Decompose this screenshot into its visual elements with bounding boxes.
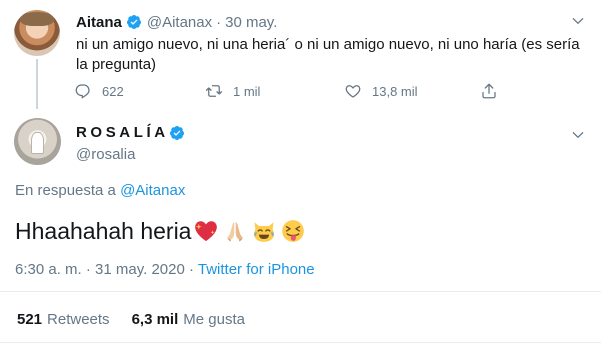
- reply-button[interactable]: 622: [74, 82, 124, 100]
- retweet-stat-label: Retweets: [47, 311, 110, 328]
- tweet-header: Aitana @Aitanax · 30 may.: [76, 12, 277, 32]
- heart-icon: [345, 85, 361, 98]
- thread-line: [36, 59, 38, 109]
- avatar[interactable]: [14, 10, 60, 56]
- like-button[interactable]: 13,8 mil: [344, 82, 418, 100]
- author-name-row: ROSALÍA: [76, 124, 190, 141]
- chevron-down-icon[interactable]: [571, 14, 585, 28]
- tweet-text-content: Hhaahahah heria: [15, 217, 192, 244]
- avatar-hat: [20, 12, 54, 26]
- retweet-stat[interactable]: 521 Retweets: [17, 311, 110, 328]
- reply-context: En respuesta a @Aitanax: [15, 182, 185, 199]
- reply-prefix: En respuesta a: [15, 182, 121, 199]
- share-icon: [482, 83, 496, 99]
- divider: [0, 291, 601, 292]
- emoji-group: [193, 218, 309, 244]
- retweet-icon: [205, 85, 223, 97]
- avatar[interactable]: [14, 118, 61, 165]
- parent-tweet[interactable]: Aitana @Aitanax · 30 may. ni un amigo nu…: [0, 0, 601, 112]
- sparkling-heart-icon: [195, 221, 218, 242]
- retweet-count: 1 mil: [233, 83, 261, 99]
- share-button[interactable]: [480, 82, 508, 100]
- verified-badge-icon: [169, 125, 184, 140]
- divider: [0, 342, 601, 343]
- tweet-timestamp[interactable]: 6:30 a. m. · 31 may. 2020 ·: [15, 261, 198, 278]
- cat-tears-of-joy-icon: [254, 222, 275, 242]
- tweet-actions: 622 1 mil 13,8 mil: [74, 80, 514, 102]
- like-stat-count: 6,3 mil: [131, 311, 179, 328]
- tweet-stats: 521 Retweets 6,3 mil Me gusta: [17, 311, 245, 328]
- avatar-figure: [31, 132, 44, 154]
- author-name[interactable]: ROSALÍA: [76, 124, 169, 141]
- author-name[interactable]: Aitana: [76, 14, 122, 31]
- tweet-meta: 6:30 a. m. · 31 may. 2020 · Twitter for …: [15, 261, 315, 278]
- chevron-down-icon[interactable]: [571, 128, 585, 142]
- verified-badge-icon: [126, 15, 141, 29]
- reply-handle-link[interactable]: @Aitanax: [120, 182, 185, 199]
- tweet-text: ni un amigo nuevo, ni una heria´ o ni un…: [76, 36, 580, 73]
- like-stat-label: Me gusta: [183, 311, 245, 328]
- author-handle[interactable]: @rosalia: [76, 146, 135, 163]
- like-stat[interactable]: 6,3 mil Me gusta: [132, 311, 245, 328]
- reply-count: 622: [102, 83, 124, 99]
- author-handle[interactable]: @Aitanax: [147, 14, 212, 31]
- folded-hands-icon: [227, 222, 244, 242]
- like-count: 13,8 mil: [372, 83, 418, 99]
- tweet-source-link[interactable]: Twitter for iPhone: [198, 261, 315, 278]
- retweet-stat-count: 521: [17, 311, 43, 328]
- squinting-tongue-icon: [282, 220, 305, 242]
- retweet-button[interactable]: 1 mil: [205, 82, 260, 100]
- tweet-date[interactable]: 30 may.: [225, 14, 277, 31]
- reply-icon: [75, 84, 90, 99]
- tweet-text: Hhaahahah heria: [15, 214, 309, 248]
- separator-dot: ·: [216, 13, 222, 31]
